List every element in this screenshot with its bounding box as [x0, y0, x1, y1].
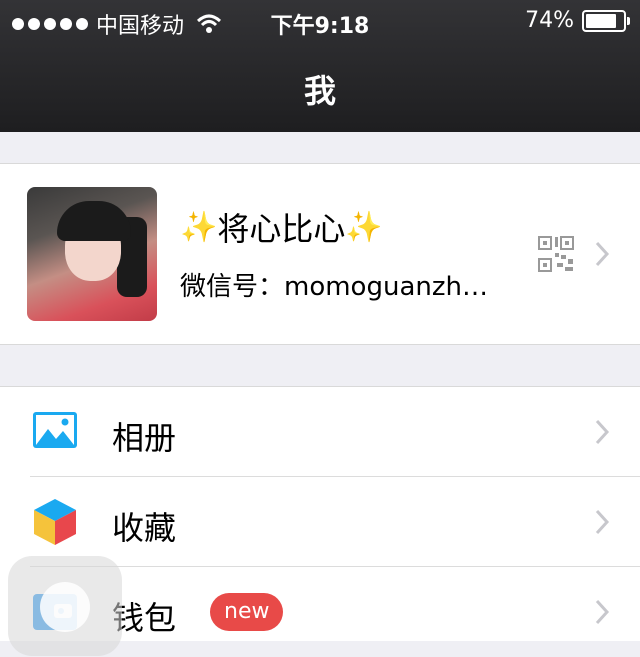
menu-item-album[interactable]: 相册: [0, 387, 640, 477]
chevron-right-icon: [594, 418, 610, 446]
nickname-text: 将心比心: [217, 210, 346, 248]
status-bar: 中国移动 下午9:18 74%: [0, 0, 640, 42]
status-right: 74%: [525, 8, 630, 33]
chevron-right-icon: [594, 508, 610, 536]
chevron-right-icon: [594, 598, 610, 626]
battery-icon: [582, 9, 630, 32]
album-icon: [33, 412, 77, 448]
battery-percent: 74%: [525, 8, 574, 33]
menu-item-favorites[interactable]: 收藏: [0, 477, 640, 567]
wechat-id: 微信号：momoguanzh…: [180, 272, 488, 302]
page-title: 我: [303, 72, 336, 110]
favorites-icon: [34, 499, 76, 545]
top-bar: 中国移动 下午9:18 74% 我: [0, 0, 640, 132]
sparkle-icon: ✨: [180, 209, 218, 245]
menu-item-label: 相册: [112, 419, 177, 457]
avatar[interactable]: [27, 187, 157, 321]
sparkle-icon: ✨: [345, 209, 383, 245]
assistive-touch-button[interactable]: [8, 556, 122, 656]
profile-card[interactable]: ✨ 将心比心 ✨ 微信号：momoguanzh…: [0, 163, 640, 345]
nickname: ✨ 将心比心 ✨: [180, 204, 383, 250]
menu-item-label: 收藏: [112, 509, 177, 547]
qr-code-icon[interactable]: [538, 236, 574, 272]
chevron-right-icon[interactable]: [594, 240, 610, 268]
new-badge: new: [210, 593, 284, 631]
